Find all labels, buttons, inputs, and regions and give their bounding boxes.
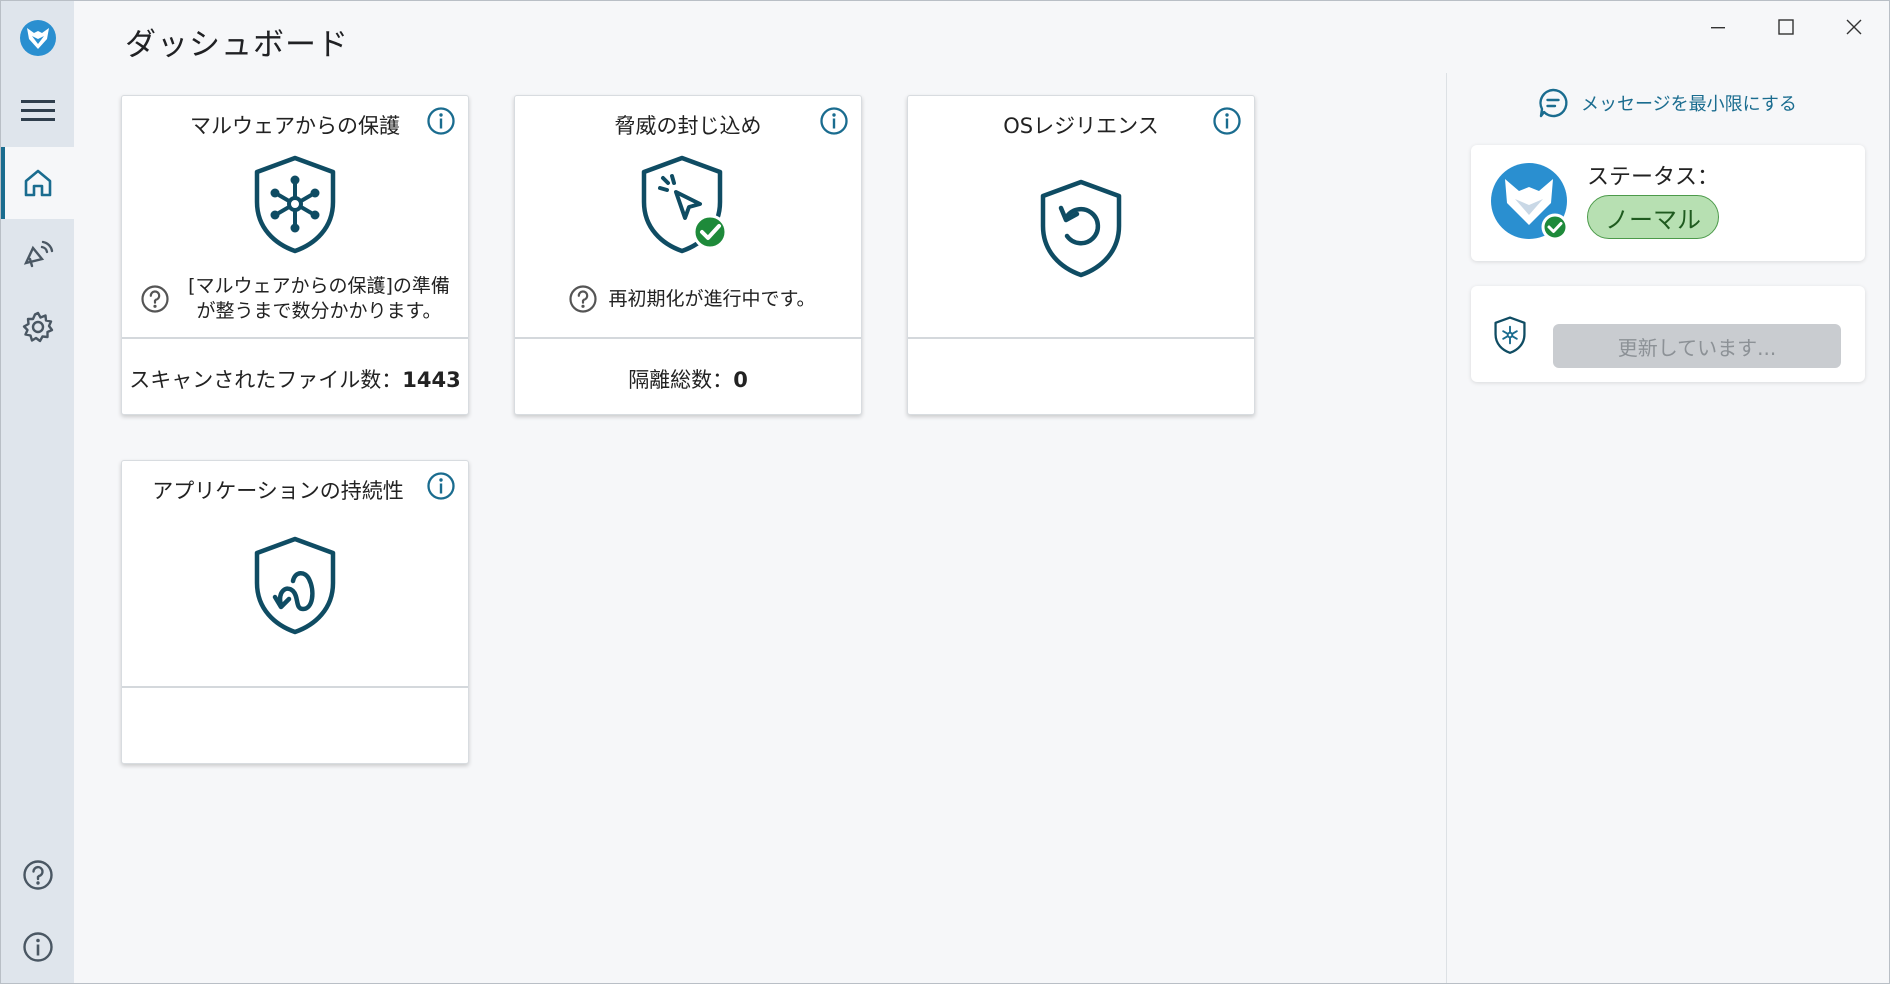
minimize-window-button[interactable] xyxy=(1691,11,1745,43)
shield-network-icon xyxy=(1494,316,1526,354)
card-divider xyxy=(122,337,468,339)
nav-settings[interactable] xyxy=(1,291,74,363)
page-title: ダッシュボード xyxy=(125,27,349,63)
card-malware-protection[interactable]: マルウェアからの保護 [マルウェアからの保護]の準備が整うまで数分かかります。 … xyxy=(121,95,469,415)
app-window: ダッシュボード マルウェアからの保護 [マルウェアからの保護]の準備が整うまで数… xyxy=(0,0,1890,984)
minimize-messages-link[interactable]: メッセージを最小限にする xyxy=(1537,87,1797,119)
minimize-messages-label: メッセージを最小限にする xyxy=(1581,94,1797,115)
update-card: 更新しています... xyxy=(1471,286,1865,382)
card-title: マルウェアからの保護 xyxy=(190,114,400,138)
nav-messages[interactable] xyxy=(1,219,74,291)
shield-persistence-icon xyxy=(254,536,336,635)
menu-button[interactable] xyxy=(1,75,74,147)
info-icon[interactable] xyxy=(426,106,456,136)
card-application-persistence[interactable]: アプリケーションの持続性 xyxy=(121,460,469,764)
info-icon xyxy=(22,932,53,962)
status-badge: ノーマル xyxy=(1587,195,1719,239)
card-threat-containment[interactable]: 脅威の封じ込め 再初期化が進行中です。 隔離総数：0 xyxy=(514,95,862,415)
status-card: ステータス： ノーマル xyxy=(1471,145,1865,261)
maximize-icon xyxy=(1778,19,1794,35)
card-title: アプリケーションの持続性 xyxy=(152,479,404,503)
scanned-files-label: スキャンされたファイル数： xyxy=(129,368,403,392)
card-status-note: [マルウェアからの保護]の準備が整うまで数分かかります。 xyxy=(140,274,458,324)
card-os-resilience[interactable]: OSレジリエンス xyxy=(907,95,1255,415)
status-label: ステータス： xyxy=(1587,165,1720,190)
shield-cursor-check-icon xyxy=(641,155,728,254)
card-title: OSレジリエンス xyxy=(1003,114,1159,138)
note-text: [マルウェアからの保護]の準備が整うまで数分かかります。 xyxy=(188,275,450,322)
status-avatar-icon xyxy=(1491,163,1569,241)
chat-bubble-icon xyxy=(1539,88,1568,118)
gear-icon xyxy=(22,311,53,343)
note-text: 再初期化が進行中です。 xyxy=(608,287,816,310)
info-icon[interactable] xyxy=(819,106,849,136)
close-icon xyxy=(1846,19,1862,35)
shield-restore-icon xyxy=(1040,179,1122,278)
card-divider xyxy=(122,686,468,688)
card-footer: スキャンされたファイル数：1443 xyxy=(122,364,468,394)
help-icon xyxy=(22,860,53,890)
help-button[interactable] xyxy=(1,839,74,911)
shield-network-icon xyxy=(254,155,336,254)
update-button[interactable]: 更新しています... xyxy=(1553,324,1841,368)
card-footer: 隔離総数：0 xyxy=(515,364,861,394)
quarantine-total-label: 隔離総数： xyxy=(628,368,734,392)
nav-home[interactable] xyxy=(1,147,74,219)
card-title: 脅威の封じ込め xyxy=(614,114,762,138)
maximize-window-button[interactable] xyxy=(1759,11,1813,43)
card-divider xyxy=(515,337,861,339)
info-icon[interactable] xyxy=(1212,106,1242,136)
question-icon xyxy=(569,285,598,313)
scanned-files-count: 1443 xyxy=(402,368,461,392)
sidebar xyxy=(1,1,74,983)
question-icon xyxy=(141,285,169,313)
minimize-icon xyxy=(1711,27,1725,29)
home-icon xyxy=(24,169,51,197)
info-icon[interactable] xyxy=(426,471,456,501)
quarantine-total-count: 0 xyxy=(733,368,748,392)
panel-divider xyxy=(1446,73,1447,983)
app-logo-icon xyxy=(19,19,57,57)
hamburger-menu-icon xyxy=(20,100,55,121)
close-window-button[interactable] xyxy=(1827,11,1881,43)
card-status-note: 再初期化が進行中です。 xyxy=(533,284,851,314)
card-divider xyxy=(908,337,1254,339)
broadcast-icon xyxy=(23,240,53,268)
about-button[interactable] xyxy=(1,911,74,983)
